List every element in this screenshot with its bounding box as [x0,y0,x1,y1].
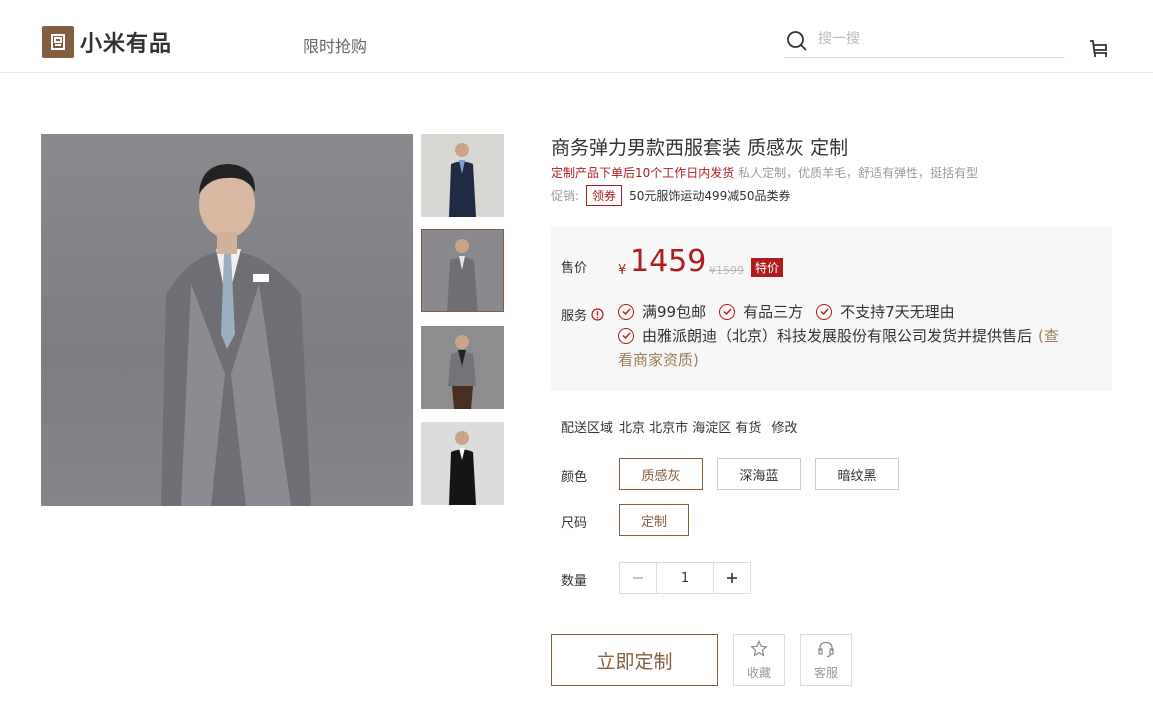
original-price: ¥1599 [709,264,744,277]
plus-icon [727,573,737,583]
service-item: 有品三方 [719,301,803,322]
delivery-info: 北京 北京市 海淀区 有货 修改 [619,417,798,436]
quantity-value[interactable]: 1 [656,563,714,593]
promo-text: 50元服饰运动499减50品类券 [629,189,791,203]
increase-button[interactable] [714,563,750,593]
price-label: 售价 [561,261,588,276]
check-circle-icon [618,327,634,344]
color-label: 颜色 [561,470,588,485]
color-option-navy[interactable]: 深海蓝 [717,458,801,490]
service-no-return: 不支持7天无理由 [840,303,955,321]
promo-label: 促销: [551,189,580,203]
product-notice: 定制产品下单后10个工作日内发货 私人定制，优质羊毛，舒适有弹性，挺括有型 [551,164,978,181]
service-row-1: 满99包邮 有品三方 不支持7天无理由 [618,301,968,322]
product-title: 商务弹力男款西服套装 质感灰 定制 [551,137,849,159]
cart-icon[interactable] [1089,38,1109,58]
thumbnail-4[interactable] [421,422,504,505]
decrease-button[interactable] [620,563,656,593]
coupon-button[interactable]: 领券 [586,185,623,206]
info-icon[interactable] [591,308,604,321]
customize-now-button[interactable]: 立即定制 [551,634,718,686]
current-price: 1459 [630,244,707,279]
color-option-black[interactable]: 暗纹黑 [815,458,899,490]
thumbnail-3[interactable] [421,326,504,409]
logo-text: 小米有品 [80,32,173,57]
service-label-wrap: 服务 [561,305,604,324]
nav-flash-sale[interactable]: 限时抢购 [303,33,367,57]
check-circle-icon [618,303,634,320]
delivery-edit-link[interactable]: 修改 [772,421,798,436]
seller-qualification-link-part1[interactable]: (查 [1038,325,1059,346]
check-circle-icon [719,303,736,320]
search-bar [784,27,1065,58]
size-option-custom[interactable]: 定制 [619,504,689,536]
favorite-button[interactable]: 收藏 [733,634,785,686]
service-row-3: 看商家资质) [618,349,699,370]
product-main-image [41,134,413,506]
suit-model-illustration [161,164,311,506]
logo[interactable]: 小米有品 [42,26,172,58]
seller-qualification-link-part2[interactable]: 看商家资质) [618,349,699,370]
product-description: 私人定制，优质羊毛，舒适有弹性，挺括有型 [738,166,979,180]
shipping-notice: 定制产品下单后10个工作日内发货 [551,166,735,180]
special-price-badge: 特价 [751,258,784,277]
delivery-value: 北京 北京市 海淀区 有货 [619,421,762,436]
service-seller: 由雅派朗迪（北京）科技发展股份有限公司发货并提供售后 [642,327,1033,345]
favorite-label: 收藏 [746,665,771,680]
thumbnail-1[interactable] [421,134,504,217]
check-circle-icon [816,303,833,320]
promotion-row: 促销: 领券 50元服饰运动499减50品类券 [551,185,791,206]
delivery-label: 配送区域 [561,421,614,436]
quantity-stepper: 1 [619,562,751,594]
service-third-party: 有品三方 [743,303,804,321]
price-service-panel: 售价 ¥ 1459 ¥1599 特价 服务 满99包邮 有品三方 不支持7天无理… [551,227,1112,391]
color-option-grey[interactable]: 质感灰 [619,458,703,490]
quantity-label: 数量 [561,574,588,589]
thumbnail-2[interactable] [421,229,504,312]
top-header: 小米有品 限时抢购 [0,0,1153,73]
service-free-shipping: 满99包邮 [642,303,707,321]
minus-icon [633,577,643,579]
service-label: 服务 [561,309,588,324]
headset-icon [818,641,834,657]
service-row-2: 由雅派朗迪（北京）科技发展股份有限公司发货并提供售后 (查 [618,325,1059,346]
service-item: 不支持7天无理由 [816,301,955,322]
search-input[interactable] [818,31,1048,47]
logo-icon [42,26,74,58]
star-icon [750,639,768,657]
service-item: 满99包邮 [618,301,706,322]
size-label: 尺码 [561,516,588,531]
customer-service-button[interactable]: 客服 [800,634,852,686]
currency-symbol: ¥ [618,263,627,278]
customer-service-label: 客服 [813,665,838,680]
search-icon[interactable] [786,30,808,52]
